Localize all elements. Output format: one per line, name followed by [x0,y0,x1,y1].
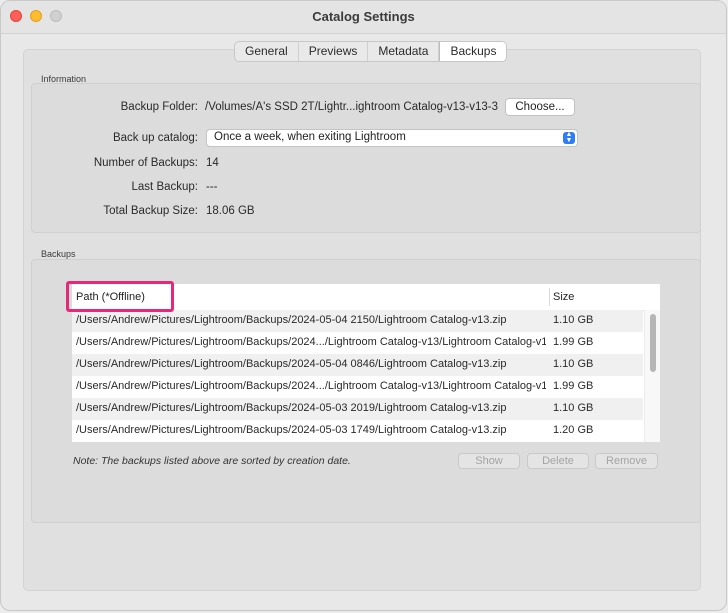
number-of-backups-label: Number of Backups: [93,157,198,169]
number-of-backups-value: 14 [206,157,219,169]
tab-backups[interactable]: Backups [439,42,507,61]
total-backup-size-value: 18.06 GB [206,205,255,217]
backup-size: 1.99 GB [553,336,594,348]
tab-metadata[interactable]: Metadata [368,42,440,61]
tab-previews[interactable]: Previews [299,42,369,61]
backups-section-label: Backups [41,249,76,259]
catalog-settings-window: Catalog Settings General Previews Metada… [0,0,727,611]
tab-general[interactable]: General [235,42,299,61]
remove-button[interactable]: Remove [595,453,658,469]
backup-size: 1.10 GB [553,314,594,326]
backup-folder-value: /Volumes/A's SSD 2T/Lightr...ightroom Ca… [205,101,499,113]
column-divider[interactable] [549,288,550,306]
backup-path: /Users/Andrew/Pictures/Lightroom/Backups… [76,358,507,370]
total-backup-size-label: Total Backup Size: [103,205,198,217]
scrollbar-thumb[interactable] [650,314,656,372]
backup-size: 1.99 GB [553,380,594,392]
table-row[interactable]: /Users/Andrew/Pictures/Lightroom/Backups… [72,332,643,354]
back-up-catalog-value: Once a week, when exiting Lightroom [214,131,406,143]
table-row[interactable]: /Users/Andrew/Pictures/Lightroom/Backups… [72,310,643,332]
backup-size: 1.20 GB [553,424,594,436]
path-header-highlight [66,281,174,312]
chevron-up-down-icon: ▲ ▼ [563,131,575,144]
choose-button[interactable]: Choose... [505,98,575,116]
show-button[interactable]: Show [458,453,520,469]
backup-size: 1.10 GB [553,358,594,370]
last-backup-label: Last Backup: [131,181,198,193]
table-row[interactable]: /Users/Andrew/Pictures/Lightroom/Backups… [72,376,643,398]
back-up-catalog-select[interactable]: Once a week, when exiting Lightroom ▲ ▼ [206,129,578,147]
backup-path: /Users/Andrew/Pictures/Lightroom/Backups… [76,402,507,414]
table-row[interactable]: /Users/Andrew/Pictures/Lightroom/Backups… [72,420,643,442]
title-bar: Catalog Settings [1,1,726,34]
table-row[interactable]: /Users/Andrew/Pictures/Lightroom/Backups… [72,354,643,376]
window-title: Catalog Settings [312,9,415,24]
tab-bar: General Previews Metadata Backups [234,41,508,62]
vertical-scrollbar[interactable] [644,310,660,442]
backup-size: 1.10 GB [553,402,594,414]
last-backup-value: --- [206,181,218,193]
delete-button[interactable]: Delete [527,453,589,469]
size-column-header[interactable]: Size [553,291,574,303]
backup-folder-label: Backup Folder: [120,101,198,113]
backup-path: /Users/Andrew/Pictures/Lightroom/Backups… [76,314,507,326]
backup-path: /Users/Andrew/Pictures/Lightroom/Backups… [76,336,546,348]
backup-path: /Users/Andrew/Pictures/Lightroom/Backups… [76,380,546,392]
table-row[interactable]: /Users/Andrew/Pictures/Lightroom/Backups… [72,398,643,420]
sort-note: Note: The backups listed above are sorte… [73,455,351,467]
backup-path: /Users/Andrew/Pictures/Lightroom/Backups… [76,424,507,436]
back-up-catalog-label: Back up catalog: [112,132,198,144]
